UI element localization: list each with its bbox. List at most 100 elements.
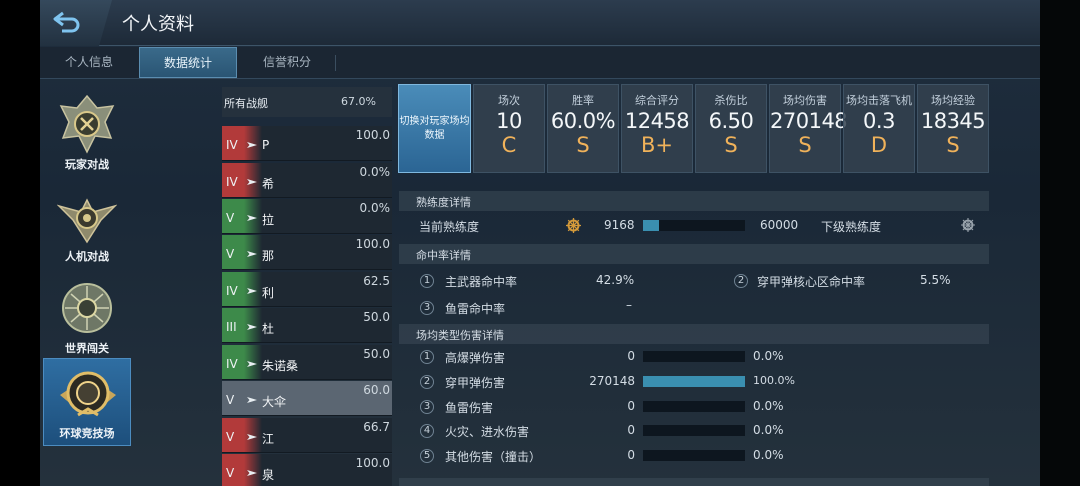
damage-type-label: 穿甲弹伤害: [445, 376, 506, 390]
switch-data-button[interactable]: 切换对玩家场均数据: [398, 84, 471, 173]
damage-type-number: 2: [420, 375, 434, 389]
ship-row[interactable]: V 那 100.0: [222, 235, 392, 270]
stat-card: 场均经验 18345 S: [917, 84, 989, 173]
ship-row[interactable]: IV P 100.0: [222, 126, 392, 161]
section-damage-title: 场均类型伤害详情: [416, 329, 504, 342]
mode-pve[interactable]: 人机对战: [43, 180, 131, 268]
section-hit-rate-title: 命中率详情: [416, 249, 471, 262]
stat-card: 场次 10 C: [473, 84, 545, 173]
damage-type-percent: 0.0%: [753, 349, 784, 363]
stat-card-value: 10: [496, 109, 522, 133]
ship-win-rate: 50.0: [363, 347, 390, 361]
proficiency-progress-bar: [643, 220, 745, 231]
next-proficiency-label: 下级熟练度: [821, 220, 882, 234]
stat-card: 综合评分 12458 B+: [621, 84, 693, 173]
hit-rate-3-number: 3: [420, 301, 434, 315]
back-arrow-icon: [53, 11, 80, 33]
stat-card-value: 18345: [920, 109, 986, 133]
stat-card-value: 0.3: [863, 109, 895, 133]
ship-tier: V: [226, 466, 235, 480]
ship-win-rate: 100.0: [355, 128, 390, 142]
section-hit-rate: 命中率详情: [399, 244, 989, 264]
current-proficiency-value: 9168: [604, 218, 635, 232]
ship-name: P: [262, 138, 270, 152]
damage-type-number: 1: [420, 350, 434, 364]
ship-name: 江: [262, 432, 275, 446]
ship-row[interactable]: V 泉 100.0: [222, 454, 392, 486]
ship-win-rate: 100.0: [355, 237, 390, 251]
damage-type-value: 0: [627, 399, 635, 413]
stat-card-grade: S: [798, 133, 812, 157]
ship-win-rate: 62.5: [363, 274, 390, 288]
ship-tier: IV: [226, 175, 238, 189]
all-ships-value: 67.0%: [341, 95, 376, 108]
hit-rate-2-number: 2: [734, 274, 748, 288]
ship-row[interactable]: V 江 66.7: [222, 418, 392, 453]
damage-type-number: 5: [420, 449, 434, 463]
ship-row[interactable]: V 拉 0.0%: [222, 199, 392, 234]
stat-card-grade: D: [870, 133, 888, 157]
ship-row[interactable]: IV 朱诺桑 50.0: [222, 345, 392, 380]
damage-type-percent: 0.0%: [753, 448, 784, 462]
ship-name: 那: [262, 249, 275, 263]
screen-right-bar: [1040, 0, 1080, 486]
ship-row[interactable]: IV 利 62.5: [222, 272, 392, 307]
mode-global-arena[interactable]: 环球竞技场: [43, 358, 131, 446]
ship-win-rate: 0.0%: [359, 165, 391, 179]
ship-win-rate: 60.0: [363, 383, 390, 397]
ship-win-rate: 0.0%: [359, 201, 391, 215]
stat-card-grade: S: [576, 133, 590, 157]
stat-card-grade: B+: [640, 133, 673, 157]
tab-bar: 个人信息 数据统计 信誉积分: [40, 47, 1040, 79]
ship-name: 大伞: [262, 395, 287, 409]
ship-name: 利: [262, 286, 275, 300]
stat-card: 场均伤害 270148 S: [769, 84, 848, 173]
ship-list-header[interactable]: 所有战舰 67.0%: [222, 87, 392, 117]
pve-emblem-icon: [57, 198, 117, 244]
damage-type-number: 4: [420, 424, 434, 438]
stat-card-value: 6.50: [708, 109, 754, 133]
stat-card-value: 12458: [624, 109, 690, 133]
ship-tier: V: [226, 211, 235, 225]
tab-statistics[interactable]: 数据统计: [139, 47, 237, 78]
stat-card-grade: S: [724, 133, 738, 157]
tab-personal-info[interactable]: 个人信息: [40, 47, 138, 78]
mode-arena-label: 环球竞技场: [59, 427, 115, 440]
ship-row[interactable]: IV 希 0.0%: [222, 163, 392, 198]
stat-card: 杀伤比 6.50 S: [695, 84, 767, 173]
world-emblem-icon: [62, 283, 112, 333]
ship-wheel-icon: [566, 218, 581, 233]
page-title: 个人资料: [122, 14, 194, 35]
damage-type-value: 0: [627, 448, 635, 462]
ship-name: 杜: [262, 322, 275, 336]
ship-row[interactable]: V 大伞 60.0: [222, 381, 392, 416]
stat-card-label: 场次: [498, 94, 520, 107]
torpedo-hit-value: –: [626, 298, 632, 312]
damage-type-label: 高爆弹伤害: [445, 351, 506, 365]
stat-card-label: 杀伤比: [714, 94, 748, 107]
damage-type-bar: [643, 425, 745, 436]
damage-type-number: 3: [420, 400, 434, 414]
damage-type-bar: [643, 450, 745, 461]
ship-name: 泉: [262, 468, 275, 482]
stat-card: 场均击落飞机 0.3 D: [843, 84, 915, 173]
damage-type-value: 0: [627, 349, 635, 363]
next-level-wheel-icon: [961, 218, 975, 232]
section-proficiency-title: 熟练度详情: [416, 196, 471, 209]
ship-win-rate: 50.0: [363, 310, 390, 324]
next-section-peek: [399, 478, 989, 486]
ship-tier: V: [226, 393, 235, 407]
damage-type-label: 其他伤害（撞击）: [445, 450, 542, 464]
damage-type-percent: 0.0%: [753, 399, 784, 413]
tab-credit-score[interactable]: 信誉积分: [238, 47, 336, 78]
stat-card-label: 场均伤害: [783, 94, 827, 107]
ship-name: 朱诺桑: [262, 359, 299, 373]
damage-type-label: 鱼雷伤害: [445, 401, 494, 415]
mode-pvp[interactable]: 玩家对战: [43, 88, 131, 176]
ship-tier: V: [226, 247, 235, 261]
stat-card-value: 60.0%: [550, 109, 616, 133]
hit-rate-1-number: 1: [420, 274, 434, 288]
mode-world-challenge[interactable]: 世界闯关: [43, 272, 131, 360]
tab-divider: [335, 55, 336, 71]
ship-row[interactable]: III 杜 50.0: [222, 308, 392, 343]
